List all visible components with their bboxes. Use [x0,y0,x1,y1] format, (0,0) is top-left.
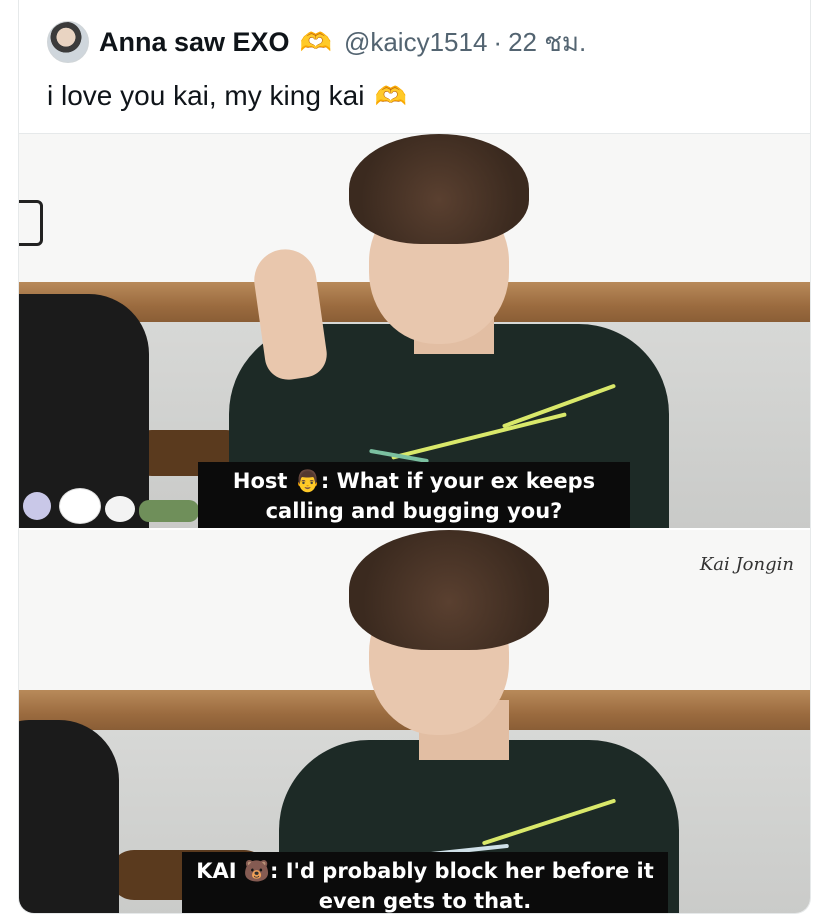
heart-hands-icon: 🫶 [374,81,407,111]
media-frame-bottom: Kai Jongin KAI 🐻: I'd probably block her… [19,530,810,913]
watermark: Kai Jongin [699,554,794,575]
media-frame-top: Host 👨: What if your ex keeps calling an… [19,134,810,528]
display-name[interactable]: Anna saw EXO [99,27,290,58]
glasses-shape [19,200,43,246]
tweet-card[interactable]: Anna saw EXO 🫶 @kaicy1514 · 22 ชม. i lov… [18,0,811,914]
heart-hands-icon: 🫶 [299,27,332,57]
tweet-body: i love you kai, my king kai [47,80,365,111]
tweet-header: Anna saw EXO 🫶 @kaicy1514 · 22 ชม. [47,20,586,64]
user-handle[interactable]: @kaicy1514 [344,27,487,58]
timestamp[interactable]: 22 ชม. [508,22,586,63]
subtitle-bottom: KAI 🐻: I'd probably block her before it … [182,852,668,913]
separator-dot: · [493,26,503,57]
avatar[interactable] [47,21,89,63]
flower-bouquet [19,484,209,528]
side-person-jacket [19,720,119,913]
subtitle-top: Host 👨: What if your ex keeps calling an… [198,462,630,528]
tweet-media-image[interactable]: Host 👨: What if your ex keeps calling an… [19,133,810,913]
tweet-text: i love you kai, my king kai 🫶 [47,80,407,112]
